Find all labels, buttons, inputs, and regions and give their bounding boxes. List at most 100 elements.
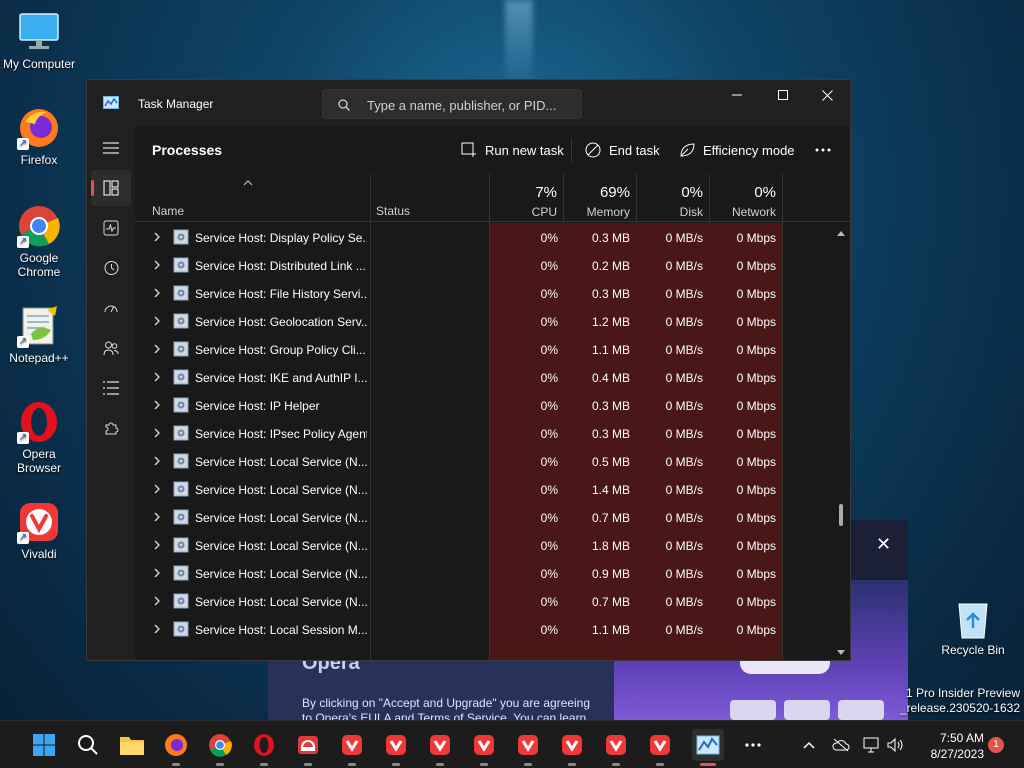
maximize-button[interactable] xyxy=(760,80,806,110)
table-row[interactable]: Service Host: Display Policy Se... 0% 0.3 … xyxy=(135,223,830,251)
onedrive-status[interactable] xyxy=(831,735,851,755)
search-box[interactable] xyxy=(322,89,582,119)
close-button[interactable] xyxy=(804,80,850,110)
nav-processes[interactable] xyxy=(91,170,131,206)
table-row[interactable]: Service Host: Local Service (N... 0% 0.7 M… xyxy=(135,503,830,531)
taskbar-task-manager[interactable] xyxy=(692,729,724,766)
chevron-right-icon[interactable] xyxy=(152,596,162,606)
chevron-right-icon[interactable] xyxy=(152,260,162,270)
desktop-icon-notepad-plus-plus[interactable]: ↗ Notepad++ xyxy=(2,304,76,365)
desktop-icon-google-chrome[interactable]: ↗ Google Chrome xyxy=(2,204,76,279)
chevron-right-icon[interactable] xyxy=(152,428,162,438)
taskbar-chrome[interactable] xyxy=(204,729,236,766)
chevron-right-icon[interactable] xyxy=(152,568,162,578)
desktop-icon-recycle-bin[interactable]: Recycle Bin xyxy=(936,596,1010,657)
taskbar-vivaldi[interactable] xyxy=(512,729,544,766)
process-disk: 0 MB/s xyxy=(665,343,703,357)
process-cpu: 0% xyxy=(540,539,558,553)
table-row[interactable]: Service Host: Distributed Link ... 0% 0.2 … xyxy=(135,251,830,279)
chevron-right-icon[interactable] xyxy=(152,288,162,298)
title-bar[interactable]: Task Manager xyxy=(87,80,850,126)
taskbar-opera[interactable] xyxy=(248,729,280,766)
column-disk[interactable]: 0% Disk xyxy=(636,174,709,222)
taskbar-firefox[interactable] xyxy=(160,729,192,766)
process-name: Service Host: Display Policy Se... xyxy=(195,231,367,245)
table-row[interactable]: Service Host: Geolocation Serv... 0% 1.2 M… xyxy=(135,307,830,335)
chevron-right-icon[interactable] xyxy=(152,540,162,550)
taskbar-vivaldi[interactable] xyxy=(556,729,588,766)
nav-performance[interactable] xyxy=(91,210,131,246)
search-input[interactable] xyxy=(367,95,572,115)
taskbar-vivaldi[interactable] xyxy=(600,729,632,766)
chevron-right-icon[interactable] xyxy=(152,372,162,382)
table-row[interactable]: Service Host: File History Servi... 0% 0.3… xyxy=(135,279,830,307)
hamburger-menu-button[interactable] xyxy=(91,130,131,166)
running-indicator xyxy=(260,763,268,766)
minimize-icon xyxy=(732,94,742,96)
column-status[interactable]: Status xyxy=(376,204,410,218)
table-row[interactable]: Service Host: Local Service (N... 0% 0.9 M… xyxy=(135,559,830,587)
chevron-right-icon[interactable] xyxy=(152,624,162,634)
taskbar-file-explorer[interactable] xyxy=(116,729,148,761)
show-hidden-icons-button[interactable] xyxy=(799,735,819,755)
chevron-right-icon[interactable] xyxy=(152,344,162,354)
nav-services[interactable] xyxy=(91,410,131,446)
column-memory[interactable]: 69% Memory xyxy=(563,174,636,222)
taskbar-vivaldi[interactable] xyxy=(380,729,412,766)
volume-control[interactable] xyxy=(886,735,906,755)
desktop-icon-opera-browser[interactable]: ↗ Opera Browser xyxy=(2,400,76,475)
process-network: 0 Mbps xyxy=(736,511,776,525)
nav-users[interactable] xyxy=(91,330,131,366)
efficiency-mode-button[interactable]: Efficiency mode xyxy=(679,136,795,164)
table-row[interactable]: Service Host: Local Service (N... 0% 1.8 M… xyxy=(135,531,830,559)
minimize-button[interactable] xyxy=(714,80,760,110)
table-row[interactable]: Service Host: Local Service (N... 0% 0.5 M… xyxy=(135,447,830,475)
taskbar-vivaldi[interactable] xyxy=(468,729,500,766)
taskbar-overflow-button[interactable] xyxy=(737,729,769,761)
chevron-right-icon[interactable] xyxy=(152,484,162,494)
process-disk: 0 MB/s xyxy=(665,483,703,497)
taskbar-app[interactable] xyxy=(292,729,324,766)
chevron-right-icon[interactable] xyxy=(152,232,162,242)
nav-app-history[interactable] xyxy=(91,250,131,286)
taskbar-vivaldi[interactable] xyxy=(336,729,368,766)
start-button[interactable] xyxy=(28,729,60,761)
more-options-button[interactable] xyxy=(815,136,831,164)
search-button[interactable] xyxy=(72,729,104,761)
table-row[interactable]: Service Host: Local Service (N... 0% 0.7 M… xyxy=(135,587,830,615)
column-network[interactable]: 0% Network xyxy=(709,174,782,222)
app-installer-icon xyxy=(298,736,318,754)
desktop-icon-my-computer[interactable]: My Computer xyxy=(2,10,76,71)
table-row[interactable]: Service Host: Group Policy Cli... 0% 1.1 M… xyxy=(135,335,830,363)
desktop-icon-firefox[interactable]: ↗ Firefox xyxy=(2,106,76,167)
close-icon[interactable]: ✕ xyxy=(876,535,892,553)
run-task-icon xyxy=(461,142,476,157)
end-task-button[interactable]: End task xyxy=(585,136,660,164)
column-cpu[interactable]: 7% CPU xyxy=(489,174,563,222)
maximize-icon xyxy=(778,90,788,100)
nav-details[interactable] xyxy=(91,370,131,406)
chevron-right-icon[interactable] xyxy=(152,512,162,522)
chevron-right-icon[interactable] xyxy=(152,316,162,326)
table-row[interactable]: Service Host: IPsec Policy Agent 0% 0.3 MB… xyxy=(135,419,830,447)
nav-startup-apps[interactable] xyxy=(91,290,131,326)
page-title: Processes xyxy=(152,142,223,158)
table-row[interactable]: Service Host: IP Helper 0% 0.3 MB 0 MB/s 0 M… xyxy=(135,391,830,419)
system-clock[interactable]: 7:50 AM 8/27/2023 xyxy=(912,730,984,762)
toolbar-separator xyxy=(571,138,572,162)
network-status[interactable] xyxy=(862,735,882,755)
sort-ascending-icon[interactable] xyxy=(243,180,253,186)
notification-badge[interactable]: 1 xyxy=(988,737,1004,753)
chevron-right-icon[interactable] xyxy=(152,456,162,466)
chevron-right-icon[interactable] xyxy=(152,400,162,410)
process-network: 0 Mbps xyxy=(736,343,776,357)
taskbar-vivaldi[interactable] xyxy=(644,729,676,766)
vertical-scrollbar[interactable] xyxy=(835,224,847,660)
table-row[interactable]: Service Host: Local Service (N... 0% 1.4 M… xyxy=(135,475,830,503)
column-name[interactable]: Name xyxy=(152,204,184,218)
run-new-task-button[interactable]: Run new task xyxy=(461,136,564,164)
taskbar-vivaldi[interactable] xyxy=(424,729,456,766)
desktop-icon-vivaldi[interactable]: ↗ Vivaldi xyxy=(2,500,76,561)
table-row[interactable]: Service Host: Local Session M... 0% 1.1 MB… xyxy=(135,615,830,643)
table-row[interactable]: Service Host: IKE and AuthIP I... 0% 0.4 M… xyxy=(135,363,830,391)
